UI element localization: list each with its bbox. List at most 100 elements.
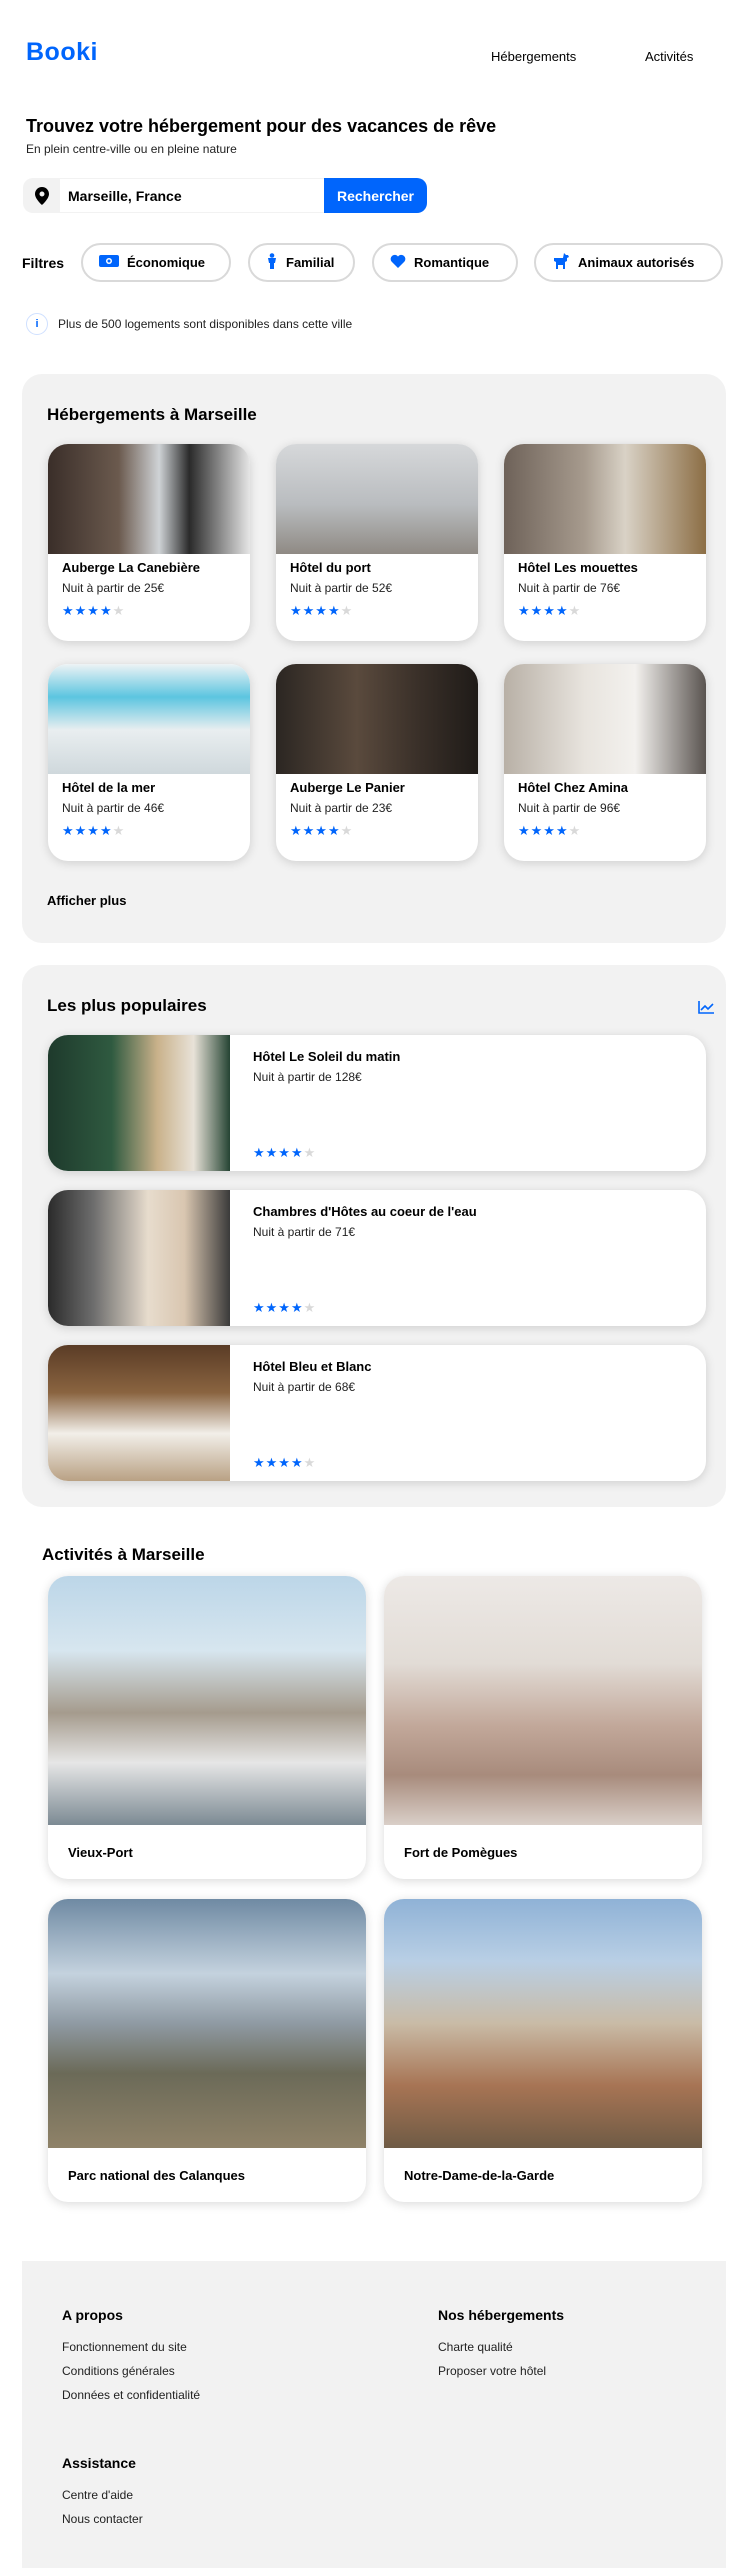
page-subtitle: En plein centre-ville ou en pleine natur… [26,142,237,156]
filter-label: Romantique [414,255,490,270]
popular-price: Nuit à partir de 71€ [253,1225,356,1239]
dog-icon [552,253,570,272]
footer-link[interactable]: Conditions générales [62,2364,200,2378]
rating-stars: ★★★★★ [253,1145,317,1160]
filter-label: Familial [286,255,335,270]
rating-stars: ★★★★★ [62,823,126,838]
accommodation-price: Nuit à partir de 46€ [62,801,165,815]
activity-photo [384,1899,702,2148]
info-banner: i Plus de 500 logements sont disponibles… [26,313,352,335]
accommodation-name: Hôtel Chez Amina [518,780,629,795]
accommodation-name: Hôtel du port [290,560,371,575]
info-icon: i [26,313,48,335]
filter-animaux[interactable]: Animaux autorisés [534,243,723,282]
footer-link[interactable]: Fonctionnement du site [62,2340,200,2354]
show-more-link[interactable]: Afficher plus [47,893,126,908]
accommodation-card[interactable]: Hôtel de la mer Nuit à partir de 46€ ★★★… [48,664,250,861]
footer-column-assistance: Assistance Centre d'aide Nous contacter [62,2455,143,2526]
accommodation-price: Nuit à partir de 23€ [290,801,393,815]
accommodation-card[interactable]: Hôtel Chez Amina Nuit à partir de 96€ ★★… [504,664,706,861]
popular-photo [48,1035,230,1171]
child-icon [266,253,278,272]
footer-column-accommodations: Nos hébergements Charte qualité Proposer… [438,2307,564,2378]
activity-name: Parc national des Calanques [68,2168,246,2183]
activity-card[interactable]: Vieux-Port [48,1576,366,1879]
filter-familial[interactable]: Familial [248,243,355,282]
footer-column-about: A propos Fonctionnement du site Conditio… [62,2307,200,2402]
nav-link-activites[interactable]: Activités [645,49,693,64]
activity-card[interactable]: Fort de Pomègues [384,1576,702,1879]
logo[interactable]: Booki [26,38,98,67]
popular-name: Hôtel Bleu et Blanc [253,1359,372,1374]
accommodation-name: Auberge La Canebière [62,560,200,575]
filter-label: Économique [127,255,206,270]
search-input[interactable] [59,178,325,213]
popular-card[interactable]: Hôtel Le Soleil du matin Nuit à partir d… [48,1035,706,1171]
accommodation-name: Auberge Le Panier [290,780,405,795]
activity-name: Fort de Pomègues [404,1845,518,1860]
popular-name: Chambres d'Hôtes au coeur de l'eau [253,1204,477,1219]
rating-stars: ★★★★★ [290,823,354,838]
activity-name: Vieux-Port [68,1845,133,1860]
rating-stars: ★★★★★ [518,603,582,618]
accommodation-photo [504,444,706,554]
popular-price: Nuit à partir de 68€ [253,1380,356,1394]
heart-icon [390,254,406,271]
popular-photo [48,1345,230,1481]
accommodation-name: Hôtel Les mouettes [518,560,638,575]
accommodation-card[interactable]: Hôtel Les mouettes Nuit à partir de 76€ … [504,444,706,641]
page-title: Trouvez votre hébergement pour des vacan… [26,116,497,136]
footer-column-title: A propos [62,2307,123,2323]
rating-stars: ★★★★★ [290,603,354,618]
accommodation-photo [276,664,478,774]
location-pin-icon [23,178,61,213]
footer-column-title: Nos hébergements [438,2307,565,2323]
money-icon [99,254,119,271]
popular-card[interactable]: Hôtel Bleu et Blanc Nuit à partir de 68€… [48,1345,706,1481]
accommodation-card[interactable]: Auberge Le Panier Nuit à partir de 23€ ★… [276,664,478,861]
accommodation-price: Nuit à partir de 25€ [62,581,165,595]
activity-photo [384,1576,702,1825]
search-button[interactable]: Rechercher [324,178,427,213]
popular-photo [48,1190,230,1326]
nav-link-hebergements[interactable]: Hébergements [491,49,576,64]
rating-stars: ★★★★★ [62,603,126,618]
footer-link[interactable]: Charte qualité [438,2340,564,2354]
footer-column-title: Assistance [62,2455,136,2471]
footer: A propos Fonctionnement du site Conditio… [22,2261,726,2568]
activity-card[interactable]: Notre-Dame-de-la-Garde [384,1899,702,2202]
rating-stars: ★★★★★ [518,823,582,838]
activity-card[interactable]: Parc national des Calanques [48,1899,366,2202]
filters-label: Filtres [22,255,65,271]
section-title: Les plus populaires [47,996,207,1015]
footer-link[interactable]: Proposer votre hôtel [438,2364,564,2378]
accommodation-name: Hôtel de la mer [62,780,156,795]
rating-stars: ★★★★★ [253,1455,317,1470]
accommodation-card[interactable]: Auberge La Canebière Nuit à partir de 25… [48,444,250,641]
activities-title: Activités à Marseille [42,1545,205,1564]
filter-label: Animaux autorisés [578,255,695,270]
accommodation-card[interactable]: Hôtel du port Nuit à partir de 52€ ★★★★★ [276,444,478,641]
accommodation-price: Nuit à partir de 76€ [518,581,621,595]
activity-photo [48,1899,366,2148]
footer-link[interactable]: Centre d'aide [62,2488,143,2502]
section-title: Hébergements à Marseille [47,405,257,424]
filter-economique[interactable]: Économique [81,243,231,282]
accommodation-price: Nuit à partir de 52€ [290,581,393,595]
trending-chart-icon[interactable] [698,1001,714,1019]
activity-name: Notre-Dame-de-la-Garde [404,2168,555,2183]
accommodation-price: Nuit à partir de 96€ [518,801,621,815]
popular-card[interactable]: Chambres d'Hôtes au coeur de l'eau Nuit … [48,1190,706,1326]
accommodation-photo [48,444,250,554]
footer-link[interactable]: Nous contacter [62,2512,143,2526]
rating-stars: ★★★★★ [253,1300,317,1315]
popular-price: Nuit à partir de 128€ [253,1070,362,1084]
activity-photo [48,1576,366,1825]
info-text: Plus de 500 logements sont disponibles d… [58,317,353,331]
accommodation-photo [276,444,478,554]
accommodation-photo [504,664,706,774]
filter-romantique[interactable]: Romantique [372,243,518,282]
popular-name: Hôtel Le Soleil du matin [253,1049,401,1064]
popular-section: Les plus populaires Hôtel Le Soleil du m… [22,965,726,1507]
footer-link[interactable]: Données et confidentialité [62,2388,200,2402]
